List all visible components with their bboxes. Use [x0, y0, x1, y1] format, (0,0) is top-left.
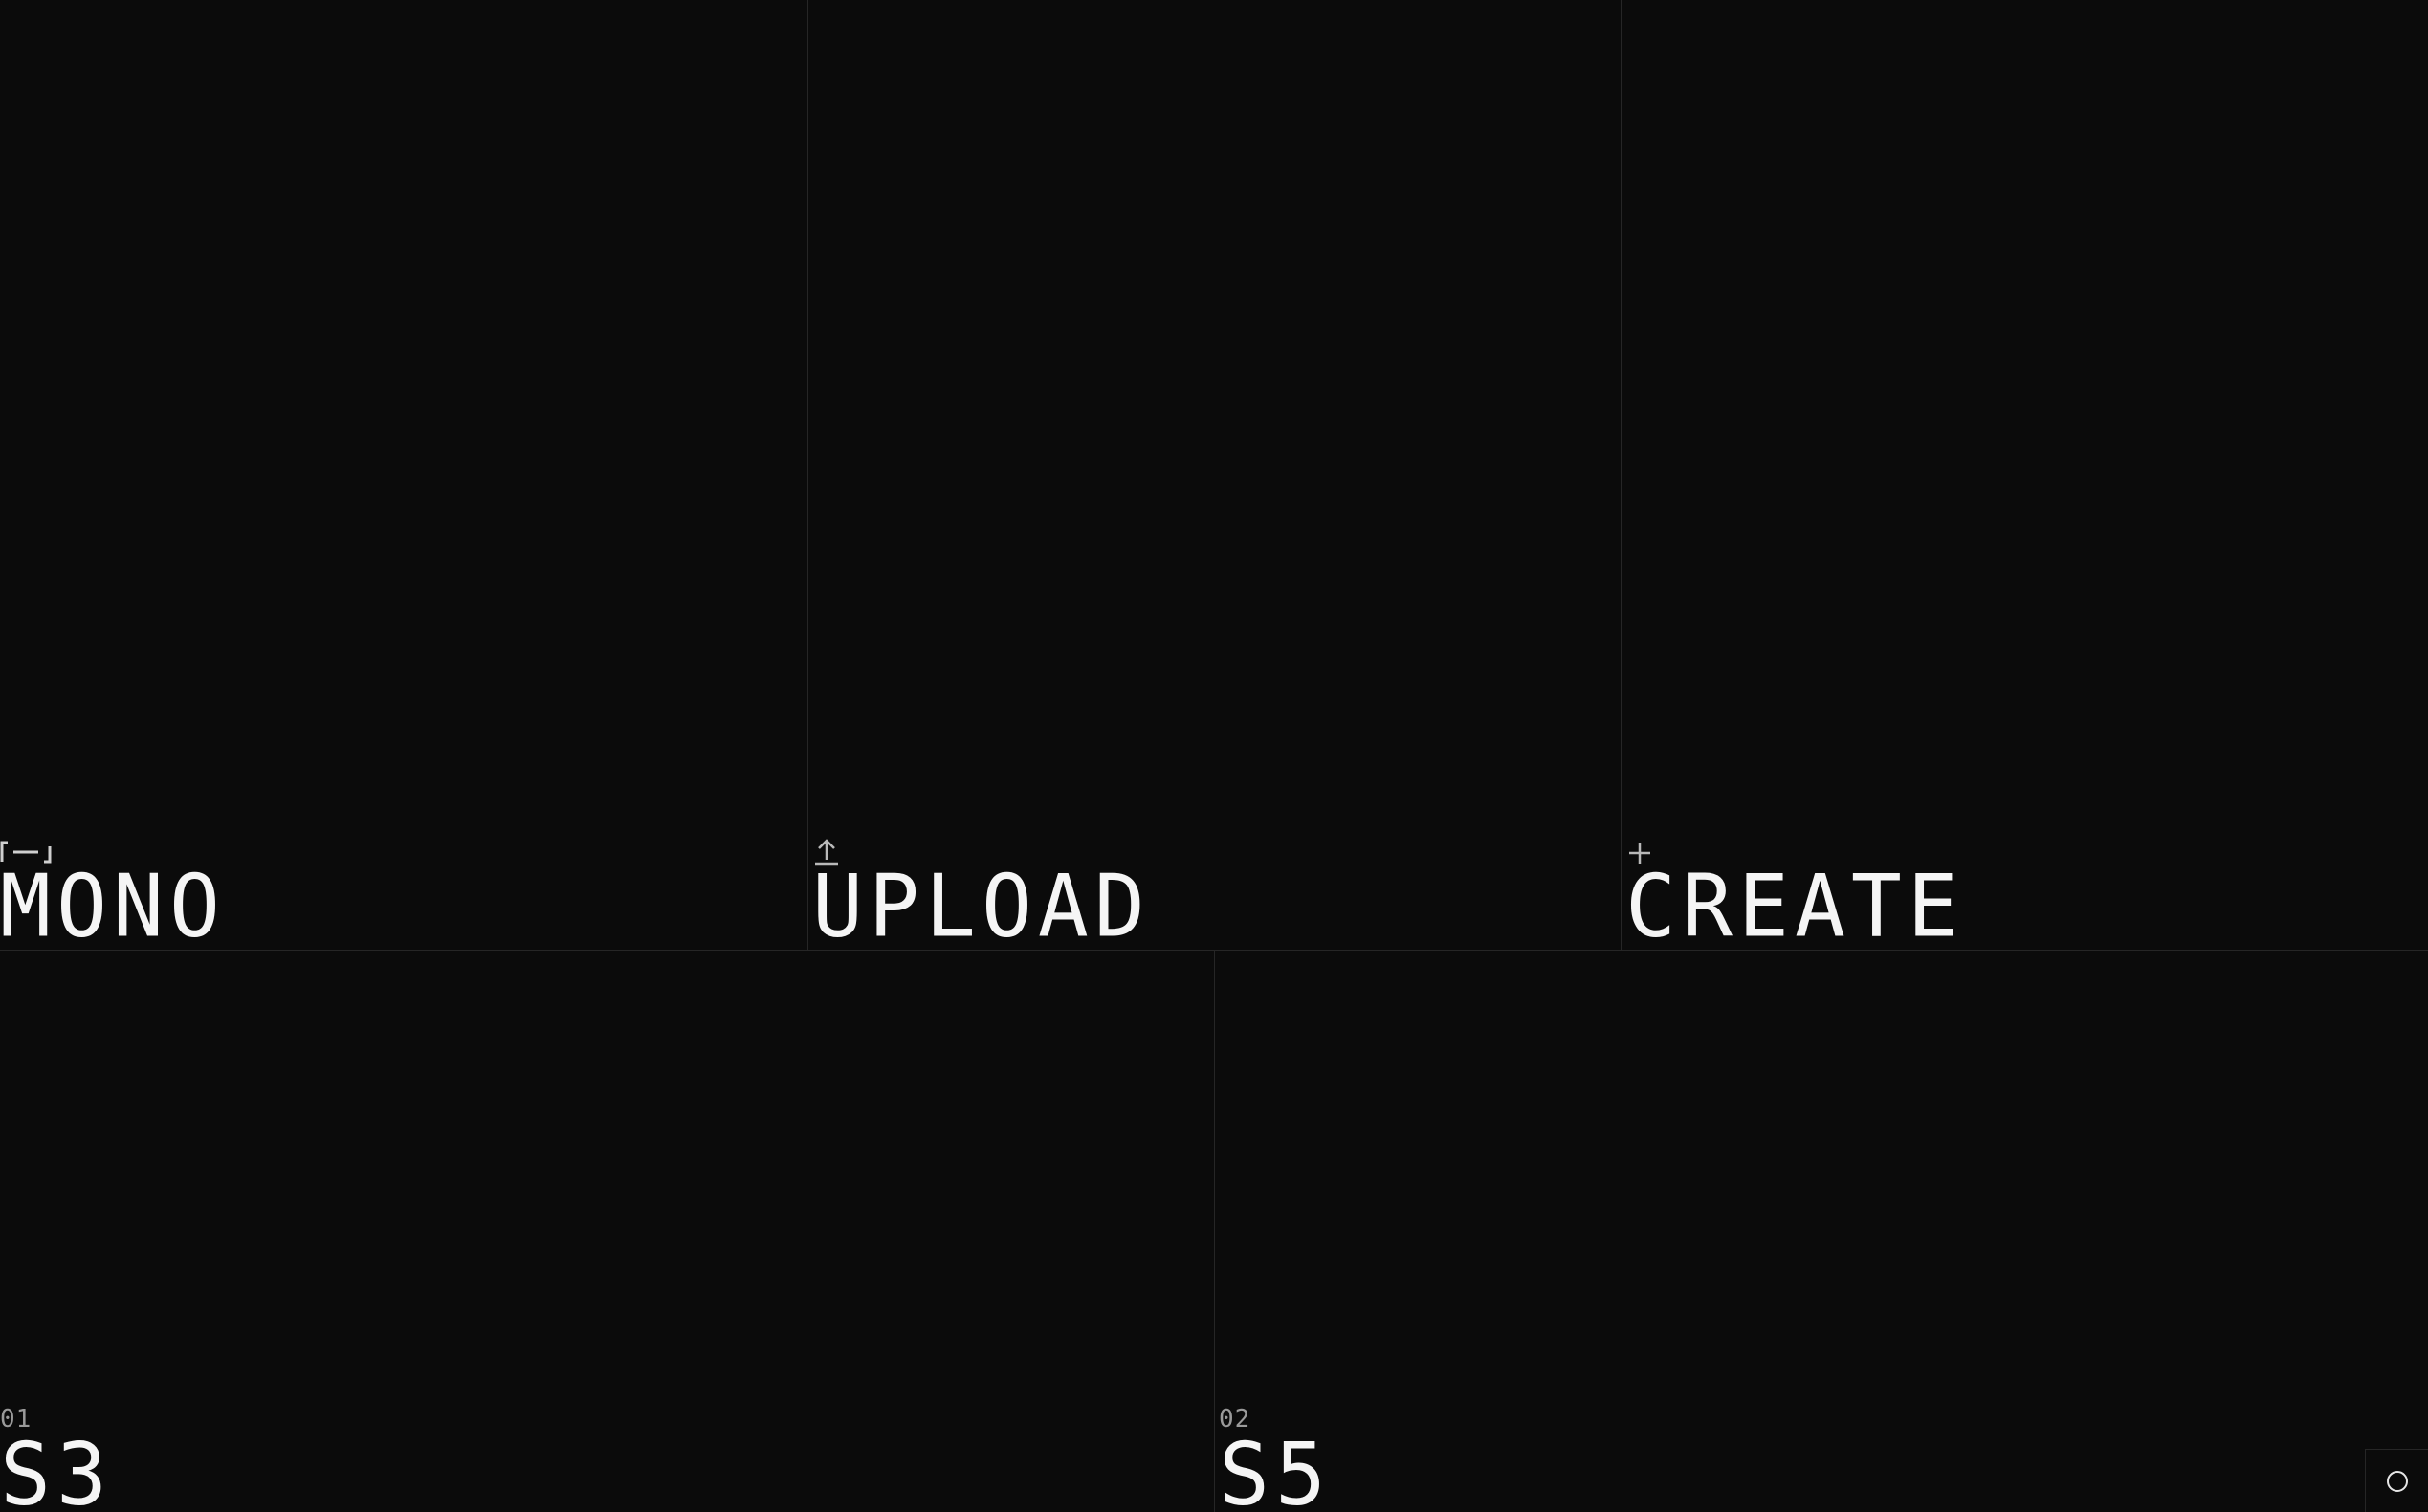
tile-s5[interactable]: 02 S5 [1214, 951, 2428, 1512]
tile-upload-content: UPLOAD [808, 833, 1151, 950]
top-row: MONO UPLOAD CREATE [0, 0, 2428, 951]
tile-s3-content: 01 S3 [0, 1405, 113, 1512]
tile-mono-title: MONO [0, 856, 226, 950]
tile-upload-title: UPLOAD [812, 856, 1151, 950]
tile-s3[interactable]: 01 S3 [0, 951, 1214, 1512]
tile-s5-content: 02 S5 [1215, 1405, 1332, 1512]
app-screen: MONO UPLOAD CREATE 01 S3 02 S5 [0, 0, 2428, 1512]
tile-create[interactable]: CREATE [1621, 0, 2428, 950]
tile-upload[interactable]: UPLOAD [807, 0, 1621, 950]
tile-s5-title: S5 [1219, 1424, 1332, 1512]
bottom-row: 01 S3 02 S5 [0, 951, 2428, 1512]
circle-icon [2386, 1470, 2408, 1492]
corner-circle-button[interactable] [2365, 1449, 2428, 1512]
tile-s3-title: S3 [0, 1424, 113, 1512]
tile-mono-content: MONO [0, 833, 226, 950]
tile-mono[interactable]: MONO [0, 0, 807, 950]
tile-create-content: CREATE [1622, 833, 1964, 950]
tile-create-title: CREATE [1625, 856, 1964, 950]
